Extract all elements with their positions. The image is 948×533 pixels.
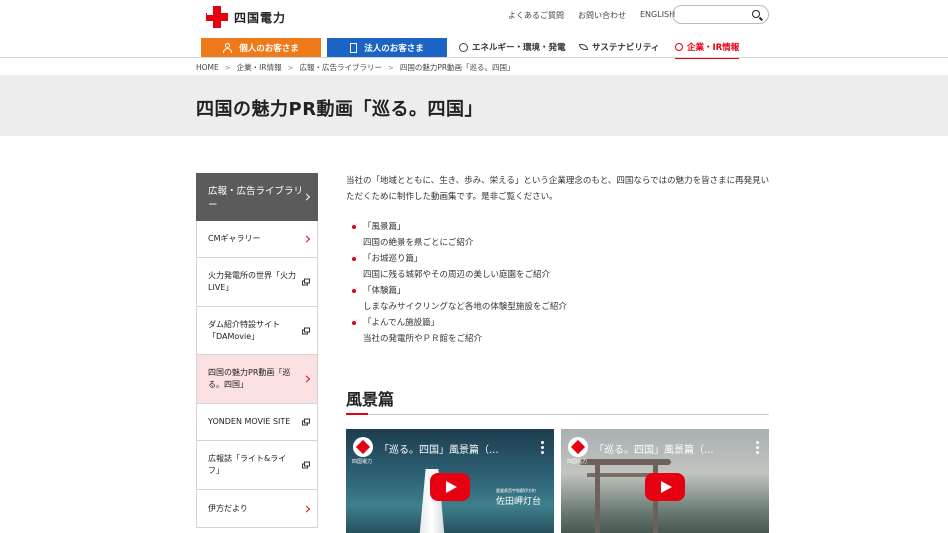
list-item-title: 「お城巡り篇」 <box>363 254 423 264</box>
search-box <box>672 5 769 27</box>
nav-energy-link[interactable]: エネルギー・環境・発電 <box>459 41 566 53</box>
sidebar-heading-label: 広報・広告ライブラリー <box>208 186 304 211</box>
list-item: 「風景篇」 四国の絶景を県ごとにご紹介 <box>346 219 771 251</box>
breadcrumb-current: 四国の魅力PR動画「巡る。四国」 <box>399 63 515 72</box>
leaf-icon <box>579 44 588 50</box>
sidebar-item-label: 広報誌「ライト&ライフ」 <box>208 454 287 475</box>
sidebar-item-meguru-shikoku[interactable]: 四国の魅力PR動画「巡る。四国」 <box>196 355 318 404</box>
breadcrumb-home[interactable]: HOME <box>196 63 219 72</box>
nav-personal-label: 個人のお客さま <box>239 43 299 54</box>
chevron-right-icon <box>302 235 311 243</box>
external-link-icon <box>302 278 310 286</box>
nav-divider <box>0 57 948 58</box>
share-icon <box>675 43 683 51</box>
breadcrumb-corporate-ir[interactable]: 企業・IR情報 <box>237 62 282 73</box>
nav-corporate-label: 法人のお客さま <box>364 43 424 54</box>
channel-logo-icon <box>353 437 373 457</box>
sidebar-item-thermal-live[interactable]: 火力発電所の世界「火力LIVE」 <box>196 258 318 307</box>
sidebar-item-label: ダム紹介特設サイト「DAMovie」 <box>208 319 280 341</box>
sidebar-item-label: YONDEN MOVIE SITE <box>208 417 291 426</box>
list-item-desc: 四国に残る城郭やその周辺の美しい庭園をご紹介 <box>363 270 551 280</box>
play-icon[interactable] <box>645 473 685 501</box>
sidebar-item-yonden-movie[interactable]: YONDEN MOVIE SITE <box>196 404 318 441</box>
sidebar-item-damovie[interactable]: ダム紹介特設サイト「DAMovie」 <box>196 307 318 355</box>
channel-logo-icon <box>568 437 588 457</box>
nav-corporate-ir-link[interactable]: 企業・IR情報 <box>675 41 740 59</box>
more-options-icon[interactable] <box>541 441 544 454</box>
page-title: 四国の魅力PR動画「巡る。四国」 <box>196 99 484 120</box>
chevron-right-icon <box>302 375 311 383</box>
video-embed-torii[interactable]: 四国電力 「巡る。四国」風景篇（... <box>561 429 769 533</box>
video-grid: 四国電力 「巡る。四国」風景篇（... 愛媛県西宇和郡伊方町 佐田岬灯台 四国電… <box>346 429 769 533</box>
breadcrumb: HOME > 企業・IR情報 > 広報・広告ライブラリー > 四国の魅力PR動画… <box>196 62 515 73</box>
sidebar-item-cm-gallery[interactable]: CMギャラリー <box>196 221 318 258</box>
video-title[interactable]: 「巡る。四国」風景篇（... <box>594 441 714 456</box>
nav-personal-button[interactable]: 個人のお客さま <box>201 38 321 57</box>
main-content: 当社の「地域とともに、生き、歩み、栄える」という企業理念のもと、四国ならではの魅… <box>346 173 771 533</box>
chevron-right-icon <box>302 193 311 201</box>
global-nav: 個人のお客さま 法人のお客さま エネルギー・環境・発電 サステナビリティ 企業・… <box>0 38 948 59</box>
nav-corporate-button[interactable]: 法人のお客さま <box>327 38 447 57</box>
sidebar-item-label: CMギャラリー <box>208 234 261 243</box>
list-item: 「よんでん施設篇」 当社の発電所やＰＲ館をご紹介 <box>346 315 771 347</box>
chevron-right-icon: > <box>224 63 231 72</box>
nav-sustainability-label: サステナビリティ <box>592 43 660 53</box>
title-band: 四国の魅力PR動画「巡る。四国」 <box>0 75 948 136</box>
video-embed-sadamisaki[interactable]: 四国電力 「巡る。四国」風景篇（... 愛媛県西宇和郡伊方町 佐田岬灯台 <box>346 429 554 533</box>
list-item: 「お城巡り篇」 四国に残る城郭やその周辺の美しい庭園をご紹介 <box>346 251 771 283</box>
video-series-list: 「風景篇」 四国の絶景を県ごとにご紹介 「お城巡り篇」 四国に残る城郭やその周辺… <box>346 219 771 347</box>
nav-corporate-ir-label: 企業・IR情報 <box>687 43 740 53</box>
list-item-desc: 四国の絶景を県ごとにご紹介 <box>363 238 474 248</box>
chevron-right-icon <box>302 504 311 513</box>
video-caption: 佐田岬灯台 <box>496 497 542 507</box>
utility-links: よくあるご質問 お問い合わせ ENGLISH <box>508 10 675 21</box>
nav-sustainability-link[interactable]: サステナビリティ <box>579 41 659 53</box>
contact-link[interactable]: お問い合わせ <box>578 10 626 21</box>
globe-icon <box>459 42 468 52</box>
logo-text: 四国電力 <box>234 10 287 25</box>
list-item-title: 「体験篇」 <box>363 286 406 296</box>
external-link-icon <box>302 418 310 426</box>
channel-name: 四国電力 <box>567 459 588 465</box>
faq-link[interactable]: よくあるご質問 <box>508 10 564 21</box>
list-item: 「体験篇」 しまなみサイクリングなど各地の体験型施設をご紹介 <box>346 283 771 315</box>
chevron-right-icon: > <box>287 63 294 72</box>
search-icon[interactable] <box>752 10 760 18</box>
breadcrumb-pr-library[interactable]: 広報・広告ライブラリー <box>299 62 382 73</box>
play-icon[interactable] <box>430 473 470 501</box>
chevron-right-icon: > <box>387 63 394 72</box>
list-item-title: 「よんでん施設篇」 <box>363 318 440 328</box>
search-input[interactable] <box>681 10 757 27</box>
section-divider <box>346 413 769 415</box>
intro-text: 当社の「地域とともに、生き、歩み、栄える」という企業理念のもと、四国ならではの魅… <box>346 176 770 202</box>
section-title: 風景篇 <box>346 390 395 409</box>
building-icon <box>350 42 358 53</box>
list-item-desc: 当社の発電所やＰＲ館をご紹介 <box>363 334 483 344</box>
torii-pillar <box>595 463 600 533</box>
list-item-title: 「風景篇」 <box>363 222 406 232</box>
sidebar-item-ikata-dayori[interactable]: 伊方だより <box>196 490 318 528</box>
site-logo[interactable]: 四国電力 <box>204 6 286 28</box>
more-options-icon[interactable] <box>756 441 759 454</box>
sidebar-item-label: 火力発電所の世界「火力LIVE」 <box>208 271 296 292</box>
sidebar-heading[interactable]: 広報・広告ライブラリー <box>196 173 318 221</box>
person-icon <box>223 42 233 53</box>
video-title[interactable]: 「巡る。四国」風景篇（... <box>379 441 499 456</box>
yonden-logo-icon <box>204 6 230 28</box>
external-link-icon <box>302 327 310 334</box>
channel-name: 四国電力 <box>352 459 373 465</box>
sidebar-item-label: 四国の魅力PR動画「巡る。四国」 <box>208 368 291 389</box>
sidebar: 広報・広告ライブラリー CMギャラリー 火力発電所の世界「火力LIVE」 ダム紹… <box>196 173 318 528</box>
english-link[interactable]: ENGLISH <box>640 10 675 21</box>
external-link-icon <box>302 461 310 469</box>
list-item-desc: しまなみサイクリングなど各地の体験型施設をご紹介 <box>363 302 567 312</box>
nav-energy-label: エネルギー・環境・発電 <box>472 43 566 53</box>
sidebar-item-light-and-life[interactable]: 広報誌「ライト&ライフ」 <box>196 441 318 490</box>
sidebar-item-label: 伊方だより <box>208 503 248 513</box>
